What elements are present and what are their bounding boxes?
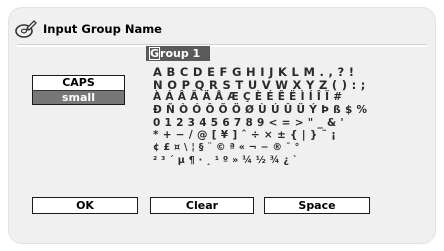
text-cursor: G [149, 47, 161, 60]
char-row-1[interactable]: A B C D E F G H I J K L M . , ? ! [153, 66, 354, 79]
ok-button[interactable]: OK [32, 197, 138, 214]
page-title: Input Group Name [43, 22, 162, 36]
space-button[interactable]: Space [264, 197, 370, 214]
char-row-2[interactable]: N O P Q R S T U V W X Y Z ( ) : ; [153, 78, 365, 92]
char-row-6[interactable]: * + − / @ [ ¥ ] ˆ ÷ × ± { | } ˜ ¡ [153, 129, 336, 142]
group-name-text: roup 1 [160, 47, 201, 60]
character-grid: A B C D E F G H I J K L M . , ? ! N O P … [153, 66, 367, 168]
divider [17, 45, 427, 47]
char-row-4[interactable]: Ð Ñ Ò Ó Ô Õ Ö Ø Ù Ú Û Ü Ý Þ ß $ % [153, 104, 367, 117]
case-mode-selector: CAPS small [32, 75, 125, 105]
char-row-7[interactable]: ¢ £ ¤ \ ¦ § ¨ © ª « ¬ − ® ¯ ° [153, 142, 299, 155]
small-option[interactable]: small [33, 90, 124, 104]
char-row-3[interactable]: À Á Â Ã Ä Å Æ Ç È É Ê Ë Ì Í Î Ï # [153, 91, 342, 104]
char-row-5[interactable]: 0 1 2 3 4 5 6 7 8 9 < = > " _ & ' [153, 117, 344, 130]
disc-pencil-icon [15, 20, 37, 38]
group-name-field[interactable]: Group 1 [146, 46, 210, 61]
caps-option[interactable]: CAPS [33, 76, 124, 91]
header: Input Group Name [15, 14, 162, 44]
char-row-8[interactable]: ² ³ ´ µ ¶ · ¸ ¹ º » ¼ ½ ¾ ¿ ` [153, 155, 298, 168]
clear-button[interactable]: Clear [150, 197, 254, 214]
